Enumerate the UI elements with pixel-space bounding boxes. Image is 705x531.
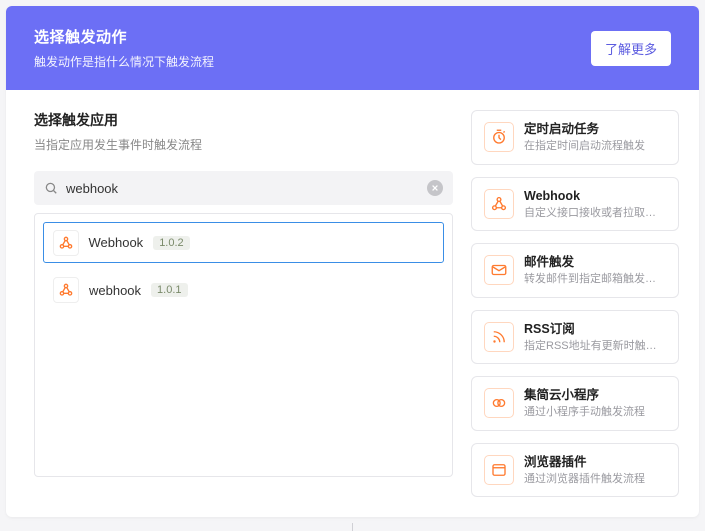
header-title: 选择触发动作 bbox=[34, 26, 214, 47]
trigger-desc: 自定义接口接收或者拉取数据触发 bbox=[524, 206, 666, 220]
webhook-icon bbox=[53, 230, 79, 256]
trigger-desc: 通过小程序手动触发流程 bbox=[524, 405, 645, 419]
webhook-icon bbox=[484, 189, 514, 219]
rss-icon bbox=[484, 322, 514, 352]
search-field[interactable] bbox=[34, 171, 453, 205]
webhook-icon bbox=[53, 277, 79, 303]
learn-more-button[interactable]: 了解更多 bbox=[591, 31, 671, 66]
card-header: 选择触发动作 触发动作是指什么情况下触发流程 了解更多 bbox=[6, 6, 699, 90]
trigger-option-rss[interactable]: RSS订阅 指定RSS地址有更新时触发流程 bbox=[471, 310, 679, 365]
trigger-desc: 指定RSS地址有更新时触发流程 bbox=[524, 339, 666, 353]
close-icon bbox=[431, 184, 439, 192]
trigger-config-card: 选择触发动作 触发动作是指什么情况下触发流程 了解更多 选择触发应用 当指定应用… bbox=[6, 6, 699, 517]
trigger-option-miniapp[interactable]: 集简云小程序 通过小程序手动触发流程 bbox=[471, 376, 679, 431]
trigger-type-list: 定时启动任务 在指定时间启动流程触发 Webhook 自定义接口接收或者拉取数据… bbox=[471, 110, 679, 497]
trigger-option-mail[interactable]: 邮件触发 转发邮件到指定邮箱触发流程 bbox=[471, 243, 679, 298]
result-item[interactable]: Webhook 1.0.2 bbox=[43, 222, 444, 263]
version-badge: 1.0.2 bbox=[153, 236, 189, 250]
connector-line bbox=[0, 523, 705, 531]
trigger-desc: 在指定时间启动流程触发 bbox=[524, 139, 645, 153]
search-results: Webhook 1.0.2 webhook 1.0.1 bbox=[34, 213, 453, 477]
trigger-title: 邮件触发 bbox=[524, 254, 666, 270]
browser-icon bbox=[484, 455, 514, 485]
trigger-option-browser[interactable]: 浏览器插件 通过浏览器插件触发流程 bbox=[471, 443, 679, 498]
clock-icon bbox=[484, 122, 514, 152]
trigger-title: RSS订阅 bbox=[524, 321, 666, 337]
select-app-subtitle: 当指定应用发生事件时触发流程 bbox=[34, 136, 453, 153]
search-icon bbox=[44, 181, 58, 195]
result-name: webhook bbox=[89, 283, 141, 298]
mail-icon bbox=[484, 255, 514, 285]
header-subtitle: 触发动作是指什么情况下触发流程 bbox=[34, 53, 214, 70]
search-input[interactable] bbox=[58, 181, 427, 196]
trigger-option-webhook[interactable]: Webhook 自定义接口接收或者拉取数据触发 bbox=[471, 177, 679, 232]
select-app-panel: 选择触发应用 当指定应用发生事件时触发流程 Webhook 1.0.2 bbox=[34, 110, 453, 477]
clear-search-button[interactable] bbox=[427, 180, 443, 196]
trigger-option-timer[interactable]: 定时启动任务 在指定时间启动流程触发 bbox=[471, 110, 679, 165]
result-name: Webhook bbox=[89, 235, 144, 250]
miniapp-icon bbox=[484, 388, 514, 418]
trigger-desc: 转发邮件到指定邮箱触发流程 bbox=[524, 272, 666, 286]
trigger-desc: 通过浏览器插件触发流程 bbox=[524, 472, 645, 486]
header-text: 选择触发动作 触发动作是指什么情况下触发流程 bbox=[34, 26, 214, 70]
result-item[interactable]: webhook 1.0.1 bbox=[43, 269, 444, 311]
card-body: 选择触发应用 当指定应用发生事件时触发流程 Webhook 1.0.2 bbox=[6, 90, 699, 517]
trigger-title: Webhook bbox=[524, 188, 666, 204]
trigger-title: 集简云小程序 bbox=[524, 387, 645, 403]
trigger-title: 定时启动任务 bbox=[524, 121, 645, 137]
trigger-title: 浏览器插件 bbox=[524, 454, 645, 470]
version-badge: 1.0.1 bbox=[151, 283, 187, 297]
select-app-title: 选择触发应用 bbox=[34, 110, 453, 130]
